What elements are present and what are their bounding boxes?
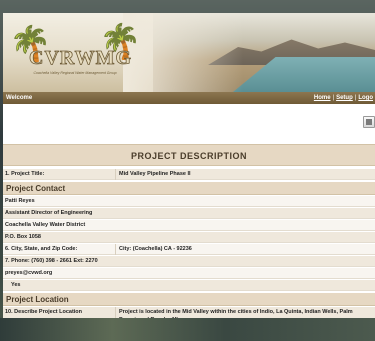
email-value: preyes@cvwd.org — [5, 270, 53, 276]
row-city: 6. City, State, and Zip Code: City: (Coa… — [3, 244, 375, 255]
header-banner: 🌴 🌴 CVRWMG Coachella Valley Regional Wat… — [3, 13, 375, 92]
phone-label: 7. Phone: (760) 398 - 2661 Ext: 2270 — [5, 258, 98, 264]
row-contact-org: Coachella Valley Water District — [3, 220, 375, 231]
toolbar — [3, 104, 375, 144]
project-title-label: 1. Project Title: — [5, 171, 45, 177]
row-contact-title: Assistant Director of Engineering — [3, 208, 375, 219]
row-contact-name: Patti Reyes — [3, 196, 375, 207]
logo[interactable]: 🌴 🌴 CVRWMG Coachella Valley Regional Wat… — [7, 23, 141, 85]
aerial-background-bottom — [0, 318, 375, 341]
city-label: 6. City, State, and Zip Code: — [5, 246, 78, 252]
column-divider — [115, 244, 116, 255]
nav-bar: Welcome Home | Setup | Logo — [3, 92, 375, 104]
row-project-title: 1. Project Title: Mid Valley Pipeline Ph… — [3, 169, 375, 180]
row-contact-po: P.O. Box 1058 — [3, 232, 375, 243]
welcome-text: Welcome — [6, 95, 33, 101]
row-yes: Yes — [3, 280, 375, 291]
location-label: 10. Describe Project Location — [5, 309, 83, 315]
section-project-location: Project Location — [3, 293, 375, 306]
contact-title: Assistant Director of Engineering — [5, 210, 93, 216]
logo-text: CVRWMG — [29, 47, 133, 70]
print-icon[interactable] — [363, 116, 375, 128]
nav-link-home[interactable]: Home — [314, 95, 331, 101]
row-email: preyes@cvwd.org — [3, 268, 375, 279]
row-phone: 7. Phone: (760) 398 - 2661 Ext: 2270 — [3, 256, 375, 267]
page-title: PROJECT DESCRIPTION — [3, 144, 375, 166]
contact-name: Patti Reyes — [5, 198, 35, 204]
logo-subtitle: Coachella Valley Regional Water Manageme… — [33, 71, 117, 75]
nav-links: Home | Setup | Logo — [313, 95, 373, 101]
location-value: Project is located in the Mid Valley wit… — [119, 309, 353, 318]
nav-link-setup[interactable]: Setup — [336, 95, 353, 101]
column-divider — [115, 307, 116, 318]
project-title-value: Mid Valley Pipeline Phase II — [119, 171, 191, 177]
row-location: 10. Describe Project Location Project is… — [3, 307, 375, 318]
contact-org: Coachella Valley Water District — [5, 222, 86, 228]
yes-value: Yes — [11, 282, 21, 288]
contact-po: P.O. Box 1058 — [5, 234, 41, 240]
nav-link-logout[interactable]: Logo — [358, 95, 373, 101]
page-panel: 🌴 🌴 CVRWMG Coachella Valley Regional Wat… — [3, 13, 375, 318]
column-divider — [115, 169, 116, 180]
city-value: City: (Coachella) CA - 92236 — [119, 246, 192, 252]
section-project-contact: Project Contact — [3, 182, 375, 195]
